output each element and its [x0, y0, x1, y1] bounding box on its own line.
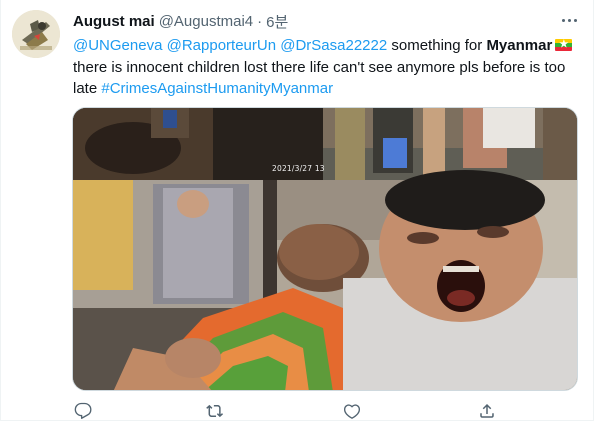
tweet-time[interactable]: 6분 [266, 11, 288, 32]
more-icon[interactable] [558, 11, 580, 29]
flag-star: ★ [559, 39, 569, 50]
heart-icon[interactable] [342, 401, 362, 421]
media-timestamp-overlay: 2021/3/27 13 [272, 164, 325, 173]
retweet-icon[interactable] [205, 401, 225, 421]
avatar-image [12, 10, 60, 58]
reply-icon[interactable] [73, 401, 93, 421]
author-name[interactable]: August mai [73, 13, 155, 30]
mention-rapporteurun[interactable]: @RapporteurUn [167, 37, 276, 54]
avatar[interactable] [12, 10, 60, 58]
tweet-text: @UNGeneva @RapporteurUn @DrSasa22222 som… [73, 35, 579, 100]
tweet-actions [1, 401, 594, 421]
tweet-media-image[interactable]: 2021/3/27 13 [72, 107, 578, 391]
tweet-header: August mai @Augustmai4 · 6분 [73, 11, 288, 31]
share-icon[interactable] [477, 401, 497, 421]
myanmar-flag-icon: ★ [555, 39, 573, 51]
mention-drsasa[interactable]: @DrSasa22222 [280, 37, 387, 54]
separator-dot: · [257, 12, 263, 30]
author-handle[interactable]: @Augustmai4 [159, 13, 253, 30]
hashtag-link[interactable]: #CrimesAgainstHumanityMyanmar [101, 80, 333, 97]
mention-ungeneva[interactable]: @UNGeneva [73, 37, 162, 54]
media-photo [73, 108, 577, 390]
country-name: Myanmar [486, 37, 553, 54]
tweet-card[interactable]: August mai @Augustmai4 · 6분 @UNGeneva @R… [0, 0, 594, 421]
tweet-body-part-1: something for [391, 37, 483, 54]
